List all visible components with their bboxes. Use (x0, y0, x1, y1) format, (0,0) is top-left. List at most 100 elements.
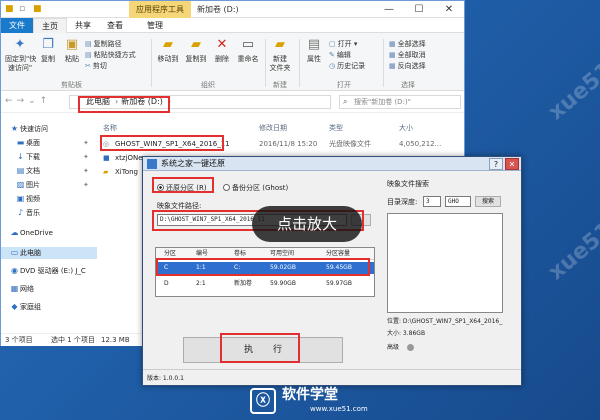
selected-count: 选中 1 个项目 (51, 336, 95, 344)
extension-select[interactable]: GHO (445, 196, 471, 207)
nav-item-pictures[interactable]: ▨ 图片 (15, 179, 40, 191)
search-input[interactable]: ⌕ 搜索"新加卷 (D:)" (339, 95, 461, 109)
copy-label: 复制 (41, 55, 55, 63)
navigation-buttons: ← → ⌄ ↑ (5, 96, 47, 106)
new-folder-icon[interactable]: ■ (33, 4, 43, 14)
tab-file[interactable]: 文件 (1, 18, 33, 33)
properties-button[interactable]: ▤ 属性 (303, 37, 325, 64)
nav-label: 图片 (26, 181, 40, 189)
partition-row-d[interactable]: D 2:1 新加卷 59.90GB 59.97GB (156, 278, 374, 290)
rename-button[interactable]: ▭ 重命名 (235, 37, 261, 64)
dialog-title: 系统之家一键还原 (161, 159, 225, 168)
nav-item-quick-access[interactable]: ★ 快速访问 (9, 123, 48, 135)
nav-label: 快速访问 (20, 125, 48, 133)
nav-item-downloads[interactable]: ↓ 下载 (15, 151, 40, 163)
cell: 新加卷 (234, 280, 253, 287)
music-icon: ♪ (17, 208, 24, 217)
edit-button[interactable]: ✎ 编辑 (329, 50, 351, 61)
depth-stepper[interactable]: 3 (423, 196, 441, 207)
cell: 59.97GB (326, 280, 352, 287)
pin-quick-access-button[interactable]: ✦ 固定到"快 速访问" (5, 37, 36, 73)
nav-item-homegroup[interactable]: ◆ 家庭组 (9, 301, 41, 313)
select-none-button[interactable]: ▦ 全部取消 (389, 50, 426, 61)
image-size: 大小: 3.86GB (387, 330, 426, 337)
paste-shortcut-button[interactable]: ▤ 粘贴快捷方式 (85, 50, 136, 61)
folder-icon[interactable]: ■ (5, 4, 15, 14)
column-header-name[interactable]: 名称 (103, 121, 117, 135)
copy-button[interactable]: ❐ 复制 (37, 37, 59, 64)
back-arrow-icon[interactable]: ← (5, 96, 13, 106)
network-icon: ▦ (10, 284, 19, 293)
pin-icon: ✦ (14, 37, 26, 52)
pin-icon: ✦ (83, 167, 89, 175)
document-icon: ▤ (16, 166, 25, 175)
window-title: 新加卷 (D:) (197, 5, 239, 14)
close-icon[interactable]: ✕ (505, 158, 519, 170)
delete-icon: ✕ (216, 37, 228, 52)
file-size: 4,050,212... (399, 140, 442, 148)
nav-item-this-pc[interactable]: ▭ 此电脑 (1, 247, 97, 259)
depth-label: 目录深度: (387, 198, 418, 206)
close-icon[interactable]: ✕ (434, 1, 464, 18)
cell: 59.90GB (270, 280, 296, 287)
invert-selection-button[interactable]: ▦ 反向选择 (389, 61, 426, 72)
up-arrow-icon[interactable]: ↑ (40, 96, 48, 106)
selected-size: 12.3 MB (101, 336, 130, 344)
file-name: XiTong (115, 168, 138, 176)
properties-label: 属性 (307, 55, 321, 63)
paste-label: 粘贴 (65, 55, 79, 63)
column-header-type[interactable]: 类型 (329, 121, 343, 135)
search-results-box (387, 213, 503, 313)
nav-item-videos[interactable]: ▣ 视频 (15, 193, 40, 205)
select-all-button[interactable]: ▦ 全部选择 (389, 39, 426, 50)
rename-icon: ▭ (241, 37, 255, 52)
copy-to-label: 复制到 (185, 55, 207, 63)
column-header-date[interactable]: 修改日期 (259, 121, 287, 135)
open-icon: ▢ (329, 40, 336, 48)
history-button[interactable]: ◷ 历史记录 (329, 61, 365, 72)
new-folder-button[interactable]: ▰ 新建 文件夹 (267, 37, 293, 73)
open-button[interactable]: ▢ 打开 ▾ (329, 39, 357, 50)
forward-arrow-icon[interactable]: → (17, 96, 25, 106)
backup-partition-radio[interactable]: 备份分区 (Ghost) (223, 183, 288, 193)
minimize-icon[interactable]: — (374, 1, 404, 18)
nav-item-desktop[interactable]: ▬ 桌面 (15, 137, 40, 149)
rename-label: 重命名 (237, 55, 259, 63)
paste-shortcut-label: 粘贴快捷方式 (93, 51, 136, 59)
column-header-size[interactable]: 大小 (399, 121, 413, 135)
move-to-button[interactable]: ▰ 移动到 (155, 37, 181, 64)
advanced-toggle[interactable] (407, 344, 414, 351)
zoom-tooltip[interactable]: 点击放大 (252, 206, 362, 242)
tab-home[interactable]: 主页 (33, 18, 67, 33)
new-folder-icon: ▰ (275, 37, 285, 52)
help-icon[interactable]: ? (489, 158, 503, 170)
nav-item-dvd-drive[interactable]: ◉ DVD 驱动器 (E:) J_C (9, 265, 86, 277)
chevron-down-icon[interactable]: ⌄ (28, 96, 36, 106)
copy-to-button[interactable]: ▰ 复制到 (183, 37, 209, 64)
dialog-divider (143, 369, 521, 370)
picture-icon: ▨ (16, 180, 25, 189)
nav-label: 文档 (26, 167, 40, 175)
cell: D (164, 280, 169, 287)
tab-view[interactable]: 查看 (99, 18, 131, 33)
copy-path-button[interactable]: ▤ 复制路径 (85, 39, 122, 50)
scissors-icon: ✂ (85, 62, 91, 70)
cut-button[interactable]: ✂ 剪切 (85, 61, 107, 72)
ribbon-separator (383, 39, 384, 87)
nav-item-onedrive[interactable]: ☁ OneDrive (9, 227, 53, 239)
properties-icon[interactable]: ▫ (19, 4, 29, 14)
nav-item-documents[interactable]: ▤ 文档 (15, 165, 40, 177)
nav-label: 下载 (26, 153, 40, 161)
highlight-partition-c (156, 258, 370, 276)
tab-share[interactable]: 共享 (67, 18, 99, 33)
delete-button[interactable]: ✕ 删除 (211, 37, 233, 64)
paste-button[interactable]: ▣ 粘贴 (61, 37, 83, 64)
maximize-icon[interactable]: ☐ (404, 1, 434, 18)
tab-manage[interactable]: 管理 (139, 18, 171, 33)
nav-item-music[interactable]: ♪ 音乐 (15, 207, 40, 219)
invert-selection-label: 反向选择 (397, 62, 426, 70)
search-button[interactable]: 搜索 (475, 196, 501, 207)
nav-item-network[interactable]: ▦ 网络 (9, 283, 34, 295)
select-none-label: 全部取消 (397, 51, 426, 59)
nav-label: 家庭组 (20, 303, 41, 311)
